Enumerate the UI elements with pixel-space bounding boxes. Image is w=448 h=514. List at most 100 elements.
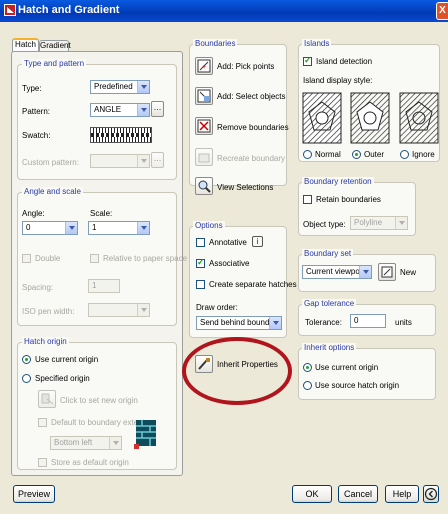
pattern-select[interactable]: ANGLE	[90, 103, 150, 117]
specified-origin-radio[interactable]	[22, 374, 31, 383]
chevron-down-icon	[269, 317, 281, 329]
chevron-down-icon	[137, 81, 149, 93]
tolerance-input[interactable]: 0	[350, 314, 386, 328]
inherit-options-heading: Inherit options	[302, 343, 357, 352]
default-extents-checkbox[interactable]	[38, 418, 47, 427]
remove-boundaries-button[interactable]	[195, 117, 213, 135]
object-type-select[interactable]: Polyline	[350, 216, 408, 230]
annotative-checkbox[interactable]	[196, 238, 205, 247]
separate-hatches-label: Create separate hatches	[209, 280, 297, 289]
retain-boundaries-label: Retain boundaries	[316, 195, 381, 204]
autocad-app-icon	[4, 4, 16, 16]
island-ignore-radio[interactable]	[400, 150, 409, 159]
double-checkbox[interactable]	[22, 254, 31, 263]
inherit-current-origin-radio[interactable]	[303, 363, 312, 372]
set-origin-button[interactable]	[38, 390, 56, 408]
select-objects-icon	[197, 89, 211, 103]
ok-button[interactable]: OK	[292, 485, 332, 503]
annotation-circle	[182, 337, 292, 405]
more-options-button[interactable]	[423, 485, 439, 503]
boundary-set-select[interactable]: Current viewport	[302, 265, 372, 279]
help-button[interactable]: Help	[385, 485, 419, 503]
spacing-label: Spacing:	[22, 283, 54, 292]
boundaries-heading: Boundaries	[193, 39, 238, 48]
use-current-origin-label: Use current origin	[35, 355, 99, 364]
chevron-down-icon	[137, 104, 149, 116]
associative-checkbox[interactable]	[196, 257, 205, 268]
island-outer-radio[interactable]	[352, 150, 361, 159]
recreate-boundary-label: Recreate boundary	[217, 154, 286, 163]
type-select[interactable]: Predefined	[90, 80, 150, 94]
chevron-down-icon	[137, 304, 149, 316]
island-detection-checkbox[interactable]	[303, 55, 312, 66]
boundary-retention-heading: Boundary retention	[302, 177, 374, 186]
island-normal-label: Normal	[315, 150, 341, 159]
custom-pattern-select[interactable]	[90, 154, 150, 168]
use-current-origin-radio[interactable]	[22, 355, 31, 364]
type-label: Type:	[22, 84, 42, 93]
double-label: Double	[35, 254, 61, 263]
title-bar: Hatch and Gradient X	[0, 0, 448, 22]
iso-pen-select[interactable]	[88, 303, 150, 317]
retain-boundaries-checkbox[interactable]	[303, 195, 312, 204]
boundary-set-new-label: New	[400, 268, 417, 277]
remove-boundaries-label: Remove boundaries	[217, 123, 289, 132]
angle-scale-heading: Angle and scale	[22, 187, 83, 196]
view-selections-button[interactable]	[195, 177, 213, 195]
add-select-objects-button[interactable]	[195, 87, 213, 105]
preview-button[interactable]: Preview	[13, 485, 55, 503]
iso-pen-label: ISO pen width:	[22, 307, 75, 316]
add-pick-points-button[interactable]: +	[195, 57, 213, 75]
island-outer-preview-icon	[350, 92, 390, 144]
boundary-set-new-button[interactable]	[378, 263, 396, 281]
islands-heading: Islands	[302, 39, 332, 48]
remove-boundaries-icon	[197, 119, 211, 133]
pick-origin-icon	[41, 393, 54, 405]
island-outer-label: Outer	[364, 150, 385, 159]
associative-label: Associative	[209, 259, 250, 268]
svg-text:+: +	[202, 64, 206, 71]
add-pick-points-label: Add: Pick points	[217, 62, 275, 71]
specified-origin-label: Specified origin	[35, 374, 90, 383]
hatch-origin-heading: Hatch origin	[22, 337, 69, 346]
spacing-input[interactable]: 1	[88, 279, 120, 293]
swatch-preview[interactable]	[90, 127, 152, 143]
boundary-set-heading: Boundary set	[302, 249, 354, 258]
island-style-label: Island display style:	[303, 76, 373, 85]
pattern-label: Pattern:	[22, 107, 51, 116]
angle-select[interactable]: 0	[22, 221, 78, 235]
island-normal-radio[interactable]	[303, 150, 312, 159]
relative-paper-label: Relative to paper space	[103, 254, 188, 263]
custom-pattern-label: Custom pattern:	[22, 158, 79, 167]
extents-position-select[interactable]: Bottom left	[50, 436, 122, 450]
store-default-label: Store as default origin	[51, 458, 129, 467]
island-ignore-preview-icon	[399, 92, 439, 144]
info-icon[interactable]: i	[252, 236, 263, 247]
recreate-boundary-icon	[198, 153, 210, 163]
gap-tolerance-heading: Gap tolerance	[302, 299, 357, 308]
custom-browse-button[interactable]: …	[151, 152, 164, 168]
annotative-label: Annotative	[209, 238, 247, 247]
store-default-checkbox[interactable]	[38, 458, 47, 467]
pick-points-icon: +	[197, 59, 211, 73]
pattern-browse-button[interactable]: …	[151, 101, 164, 117]
scale-select[interactable]: 1	[88, 221, 150, 235]
draw-order-label: Draw order:	[196, 303, 238, 312]
scale-label: Scale:	[90, 209, 113, 218]
magnifier-icon	[198, 180, 211, 193]
swatch-label: Swatch:	[22, 131, 51, 140]
separate-hatches-checkbox[interactable]	[196, 280, 205, 289]
chevron-down-icon	[65, 222, 77, 234]
tolerance-units-label: units	[395, 318, 412, 327]
chevron-down-icon	[137, 222, 149, 234]
tab-hatch[interactable]: Hatch	[12, 38, 39, 52]
cancel-button[interactable]: Cancel	[338, 485, 378, 503]
draw-order-select[interactable]: Send behind boundary	[196, 316, 282, 330]
relative-paper-checkbox[interactable]	[90, 254, 99, 263]
recreate-boundary-button[interactable]	[195, 148, 213, 166]
chevron-down-icon	[359, 266, 371, 278]
inherit-source-origin-radio[interactable]	[303, 381, 312, 390]
chevron-left-circle-icon	[424, 487, 438, 501]
chevron-down-icon	[395, 217, 407, 229]
close-button[interactable]: X	[436, 2, 448, 20]
